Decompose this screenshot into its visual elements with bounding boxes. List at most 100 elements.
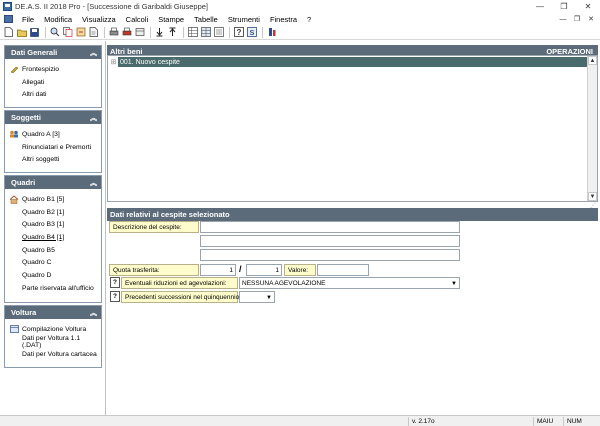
close-button[interactable]: ✕ — [576, 0, 600, 13]
nav-item-altri-soggetti[interactable]: Altri soggetti — [9, 153, 101, 166]
nav-item-quadro-a[interactable]: Quadro A [3] — [9, 128, 101, 141]
menu-file[interactable]: File — [17, 15, 39, 24]
status-caps: MAIU — [533, 417, 561, 426]
nav-item-label: Quadro B5 — [22, 246, 55, 254]
group-soggetti: Soggetti ︽ Quadro A [3] Rinunciatari e P… — [4, 110, 102, 173]
menu-finestra[interactable]: Finestra — [265, 15, 302, 24]
tree-item-selected[interactable]: ⊞ 001. Nuovo cespite — [109, 57, 587, 67]
collapse-chevron-icon[interactable]: ︽ — [90, 178, 97, 188]
help-icon[interactable]: ? — [233, 27, 244, 38]
quota-denominatore-input[interactable]: 1 — [246, 264, 282, 276]
menu-tabelle[interactable]: Tabelle — [189, 15, 223, 24]
descrizione-input-1[interactable] — [200, 221, 460, 233]
group-header-quadri[interactable]: Quadri ︽ — [5, 176, 101, 189]
menu-stampe[interactable]: Stampe — [153, 15, 189, 24]
nav-item-quadro-b2[interactable]: Quadro B2 [1] — [9, 206, 101, 219]
nav-item-frontespizio[interactable]: Frontespizio — [9, 63, 101, 76]
nav-item-label: Quadro A [3] — [22, 130, 60, 138]
pen-icon — [9, 65, 19, 74]
collapse-chevron-icon[interactable]: ︽ — [90, 308, 97, 318]
doc-close-button[interactable]: ✕ — [584, 13, 598, 25]
nav-item-quadro-d[interactable]: Quadro D — [9, 269, 101, 282]
group-header-voltura[interactable]: Voltura ︽ — [5, 306, 101, 319]
collapse-chevron-icon[interactable]: ︽ — [90, 113, 97, 123]
nav-item-dati-voltura-cartacea[interactable]: Dati per Voltura cartacea — [9, 348, 101, 361]
doc-restore-button[interactable]: ❐ — [570, 13, 584, 25]
minimize-button[interactable]: — — [528, 0, 552, 13]
section-header-dettagli: Dati relativi al cespite selezionato — [107, 208, 598, 221]
quota-separator: / — [239, 264, 242, 274]
tree-scrollbar[interactable]: ▲ ▼ — [587, 56, 597, 201]
nav-item-quadro-b1[interactable]: Quadro B1 [5] — [9, 193, 101, 206]
copy-icon[interactable] — [62, 27, 73, 38]
list-icon[interactable] — [213, 27, 224, 38]
nav-item-quadro-b3[interactable]: Quadro B3 [1] — [9, 218, 101, 231]
menu-modifica[interactable]: Modifica — [39, 15, 77, 24]
nav-item-parte-riservata[interactable]: Parte riservata all'ufficio — [9, 282, 101, 295]
new-icon[interactable] — [3, 27, 14, 38]
nav-item-label: Quadro D — [22, 271, 52, 279]
descrizione-input-2[interactable] — [200, 235, 460, 247]
form-icon — [9, 325, 19, 334]
search-icon[interactable] — [49, 27, 60, 38]
app-icon[interactable] — [3, 2, 12, 11]
nav-item-compilazione-voltura[interactable]: Compilazione Voltura — [9, 323, 101, 336]
dropdown-arrow-icon[interactable]: ▼ — [265, 293, 273, 302]
grid-icon[interactable] — [187, 27, 198, 38]
archive-icon[interactable] — [134, 27, 145, 38]
valore-input[interactable] — [317, 264, 369, 276]
riduzioni-help-button[interactable]: ? — [110, 277, 120, 288]
calc-icon[interactable]: S — [246, 27, 257, 38]
dropdown-arrow-icon[interactable]: ▼ — [450, 279, 458, 288]
nav-item-label: Dati per Voltura cartacea — [22, 351, 97, 359]
main-content-panel: Altri beni OPERAZIONI ⊞ 001. Nuovo cespi… — [107, 41, 598, 415]
svg-text:S: S — [249, 30, 254, 37]
print-preview-icon[interactable] — [121, 27, 132, 38]
nav-item-label: Quadro B4 [1] — [22, 233, 65, 241]
menu-visualizza[interactable]: Visualizza — [77, 15, 121, 24]
building-icon[interactable] — [266, 27, 277, 38]
quota-label: Quota trasferita: — [109, 264, 199, 276]
document-icon[interactable] — [88, 27, 99, 38]
precedenti-help-button[interactable]: ? — [110, 291, 120, 302]
open-icon[interactable] — [16, 27, 27, 38]
print-icon[interactable] — [108, 27, 119, 38]
nav-item-label: Altri soggetti — [22, 156, 60, 164]
nav-item-rinunciatari[interactable]: Rinunciatari e Premorti — [9, 141, 101, 154]
group-title: Soggetti — [11, 113, 41, 122]
nav-item-altri-dati[interactable]: Altri dati — [9, 88, 101, 101]
cut-icon[interactable] — [75, 27, 86, 38]
scroll-up-icon[interactable]: ▲ — [588, 56, 597, 65]
nav-item-quadro-c[interactable]: Quadro C — [9, 256, 101, 269]
group-header-soggetti[interactable]: Soggetti ︽ — [5, 111, 101, 124]
nav-item-label: Altri dati — [22, 91, 47, 99]
nav-item-label: Quadro B3 [1] — [22, 221, 65, 229]
riduzioni-select[interactable]: NESSUNA AGEVOLAZIONE ▼ — [239, 277, 460, 289]
nav-item-dati-voltura-dat[interactable]: Dati per Voltura 1.1 (.DAT) — [9, 335, 101, 349]
menu-strumenti[interactable]: Strumenti — [223, 15, 265, 24]
nav-item-quadro-b4[interactable]: Quadro B4 [1] — [9, 231, 101, 244]
menu-calcoli[interactable]: Calcoli — [121, 15, 154, 24]
nav-item-label: Rinunciatari e Premorti — [22, 143, 92, 151]
restore-button[interactable]: ❐ — [552, 0, 576, 13]
collapse-chevron-icon[interactable]: ︽ — [90, 48, 97, 58]
save-icon[interactable] — [29, 27, 40, 38]
table-icon[interactable] — [200, 27, 211, 38]
riduzioni-label: Eventuali riduzioni ed agevolazioni: — [121, 277, 238, 289]
down-arrow-icon[interactable] — [154, 27, 165, 38]
document-window-icon[interactable] — [4, 15, 13, 23]
precedenti-select[interactable]: ▼ — [239, 291, 275, 303]
group-header-dati-generali[interactable]: Dati Generali ︽ — [5, 46, 101, 59]
nav-item-label: Quadro B2 [1] — [22, 208, 65, 216]
descrizione-input-3[interactable] — [200, 249, 460, 261]
doc-minimize-button[interactable]: — — [556, 13, 570, 25]
menu-help[interactable]: ? — [302, 15, 316, 24]
nav-item-label: Quadro B1 [5] — [22, 195, 65, 203]
up-arrow-icon[interactable] — [167, 27, 178, 38]
status-version: v. 2.17o — [408, 417, 530, 426]
scroll-down-icon[interactable]: ▼ — [588, 192, 597, 201]
nav-item-allegati[interactable]: Allegati — [9, 76, 101, 89]
quota-numeratore-input[interactable]: 1 — [200, 264, 236, 276]
tree-expander-icon[interactable]: ⊞ — [109, 58, 118, 67]
nav-item-quadro-b5[interactable]: Quadro B5 — [9, 244, 101, 257]
